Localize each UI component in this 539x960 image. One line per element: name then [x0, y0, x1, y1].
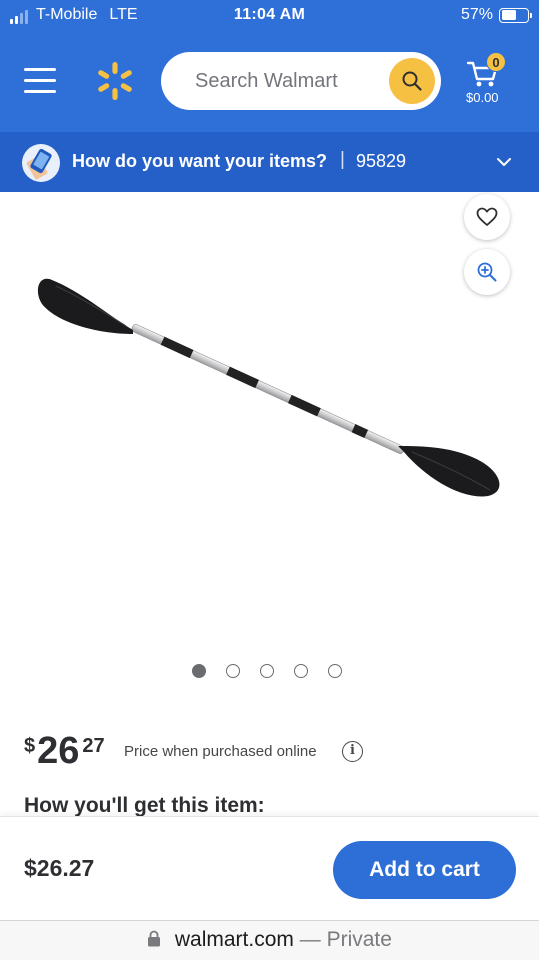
carousel-dot[interactable]	[226, 664, 240, 678]
app-header: 0 $0.00	[0, 30, 539, 132]
delivery-separator: |	[340, 149, 345, 170]
info-icon[interactable]: i	[342, 741, 363, 762]
product-image-kayak-paddle	[37, 278, 500, 497]
delivery-zip: 95829	[356, 151, 407, 171]
carousel-dot[interactable]	[294, 664, 308, 678]
product-image-carousel[interactable]	[0, 192, 539, 697]
search-bar	[161, 52, 441, 110]
delivery-options-bar[interactable]: How do you want your items? | 95829	[0, 132, 539, 192]
add-to-cart-button[interactable]: Add to cart	[333, 841, 516, 899]
chevron-down-icon	[497, 158, 511, 166]
battery-percent: 57%	[460, 6, 493, 23]
carousel-dot[interactable]	[192, 664, 206, 678]
zoom-in-icon	[477, 262, 497, 282]
walmart-spark-logo[interactable]	[94, 60, 136, 102]
delivery-question: How do you want your items?	[72, 151, 328, 171]
battery-icon	[499, 7, 532, 23]
menu-icon[interactable]	[24, 68, 56, 94]
product-price: $ 26 27	[24, 731, 105, 775]
status-right: 57%	[460, 6, 532, 24]
price-cents: 27	[82, 735, 105, 757]
battery-fill	[501, 10, 516, 20]
cart-count-badge: 0	[486, 52, 506, 72]
cart-button[interactable]: 0 $0.00	[464, 50, 514, 108]
heart-icon	[476, 207, 498, 226]
carousel-dot[interactable]	[328, 664, 342, 678]
favorite-button[interactable]	[464, 194, 510, 240]
price-note: Price when purchased online	[124, 743, 317, 760]
browsing-mode: — Private	[299, 928, 392, 951]
lock-icon	[148, 930, 161, 947]
carousel-pagination	[192, 664, 342, 678]
price-currency: $	[24, 735, 36, 757]
search-input[interactable]	[195, 66, 385, 96]
carousel-dot[interactable]	[260, 664, 274, 678]
search-button[interactable]	[389, 58, 435, 104]
sticky-price: $26.27	[24, 855, 95, 881]
cart-total: $0.00	[466, 90, 499, 105]
sticky-cart-bar: $26.27 Add to cart	[0, 816, 539, 920]
price-dollars: 26	[37, 730, 80, 772]
search-icon	[402, 71, 422, 91]
url-domain: walmart.com	[174, 928, 294, 951]
status-time: 11:04 AM	[233, 6, 306, 23]
status-bar: T-Mobile LTE 11:04 AM 57%	[0, 0, 539, 30]
fulfillment-heading: How you'll get this item:	[24, 794, 265, 816]
zoom-button[interactable]	[464, 249, 510, 295]
delivery-phone-icon	[22, 144, 60, 182]
browser-address-bar[interactable]: walmart.com — Private	[0, 920, 539, 960]
